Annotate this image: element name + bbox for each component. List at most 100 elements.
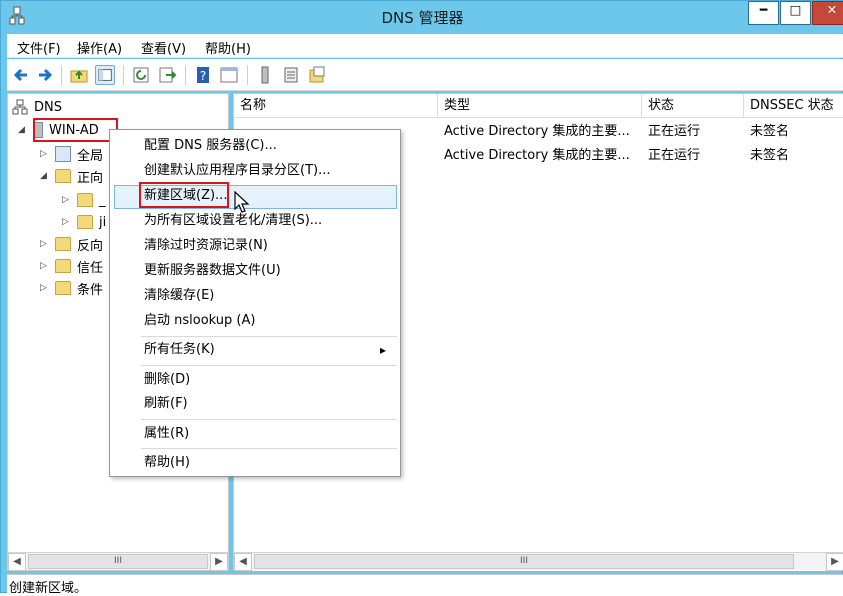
- collapsed-arrow-icon[interactable]: ▷: [40, 239, 50, 249]
- properties-icon[interactable]: [307, 65, 327, 85]
- list-horizontal-scrollbar[interactable]: ◀ III ▶: [234, 552, 843, 571]
- dns-manager-window: DNS 管理器 ━ □ ✕ 文件(F) 操作(A) 查看(V) 帮助(H) ?: [0, 0, 843, 596]
- collapsed-arrow-icon[interactable]: ▷: [40, 283, 50, 293]
- help-icon[interactable]: ?: [193, 65, 213, 85]
- column-header-status[interactable]: 状态: [642, 94, 744, 118]
- console-icon[interactable]: [219, 65, 239, 85]
- folder-icon: [55, 169, 71, 183]
- scroll-right-button[interactable]: ▶: [826, 553, 843, 571]
- menu-bar: 文件(F) 操作(A) 查看(V) 帮助(H): [7, 34, 843, 58]
- tree-item-zone-1-label: _: [99, 192, 106, 208]
- row-dnssec: 未签名: [750, 148, 790, 163]
- tree-item-global-label: 全局: [77, 148, 104, 164]
- tree-item-conditional-label: 条件: [77, 282, 104, 298]
- column-header-name[interactable]: 名称: [234, 94, 438, 118]
- zone-icon: [77, 193, 93, 207]
- title-bar: DNS 管理器 ━ □ ✕: [1, 1, 843, 33]
- menu-clear-cache[interactable]: 清除缓存(E): [144, 286, 214, 306]
- tree-dns-root[interactable]: DNS: [34, 97, 62, 117]
- tree-item-zone-2-label: ji: [99, 214, 107, 230]
- menu-launch-nslookup[interactable]: 启动 nslookup (A): [144, 311, 255, 331]
- menu-help[interactable]: 帮助(H): [205, 38, 251, 57]
- menu-separator: [141, 336, 397, 337]
- toolbar-separator: [247, 65, 248, 85]
- server-highlight-box: [33, 118, 118, 142]
- mouse-cursor-icon: [234, 191, 250, 213]
- back-icon[interactable]: [11, 65, 31, 85]
- menu-scavenge-stale-records[interactable]: 清除过时资源记录(N): [144, 236, 268, 256]
- folder-icon: [55, 281, 71, 295]
- refresh-icon[interactable]: [131, 65, 151, 85]
- tree-item-trust-points[interactable]: ▷ 信任: [40, 256, 103, 276]
- tree-item-forward-zones[interactable]: ◢ 正向: [40, 166, 103, 186]
- list-header: 名称 类型 状态 DNSSEC 状态: [234, 94, 843, 118]
- collapsed-arrow-icon[interactable]: ▷: [40, 261, 50, 271]
- column-header-dnssec[interactable]: DNSSEC 状态: [744, 94, 843, 118]
- menu-properties[interactable]: 属性(R): [144, 424, 189, 444]
- global-log-icon: [55, 146, 71, 162]
- row-status: 正在运行: [648, 148, 701, 163]
- folder-icon: [55, 259, 71, 273]
- collapsed-arrow-icon[interactable]: ▷: [40, 149, 50, 159]
- tree-dns-root-label: DNS: [34, 99, 62, 115]
- row-type: Active Directory 集成的主要...: [444, 148, 630, 163]
- tree-item-reverse-zones[interactable]: ▷ 反向: [40, 234, 103, 254]
- toolbar-separator: [61, 65, 62, 85]
- list-icon[interactable]: [281, 65, 301, 85]
- collapsed-arrow-icon[interactable]: ▷: [62, 217, 72, 227]
- toolbar: ?: [7, 59, 843, 91]
- tree-item-forward-label: 正向: [77, 170, 104, 186]
- up-folder-icon[interactable]: [69, 65, 89, 85]
- expand-arrow-icon[interactable]: ◢: [40, 171, 50, 181]
- menu-refresh[interactable]: 刷新(F): [144, 394, 188, 414]
- close-button[interactable]: ✕: [812, 1, 843, 25]
- toolbar-separator: [123, 65, 124, 85]
- menu-help[interactable]: 帮助(H): [144, 453, 190, 473]
- menu-separator: [141, 419, 397, 420]
- scroll-thumb[interactable]: III: [254, 554, 794, 569]
- tree-item-conditional-forwarders[interactable]: ▷ 条件: [40, 278, 103, 298]
- scroll-left-button[interactable]: ◀: [234, 553, 252, 571]
- menu-configure-dns-server[interactable]: 配置 DNS 服务器(C)...: [144, 136, 277, 156]
- show-tree-icon[interactable]: [95, 65, 115, 85]
- scroll-thumb[interactable]: III: [28, 554, 208, 569]
- menu-action[interactable]: 操作(A): [77, 38, 122, 57]
- server-icon[interactable]: [255, 65, 275, 85]
- submenu-arrow-icon: ▸: [380, 343, 387, 357]
- window-title: DNS 管理器: [381, 9, 464, 27]
- tree-item-zone-2[interactable]: ▷ ji: [62, 212, 106, 232]
- expand-arrow-icon[interactable]: ◢: [18, 125, 28, 135]
- forward-icon[interactable]: [35, 65, 55, 85]
- menu-separator: [141, 448, 397, 449]
- svg-text:?: ?: [200, 69, 206, 83]
- menu-create-default-partitions[interactable]: 创建默认应用程序目录分区(T)...: [144, 161, 330, 181]
- row-status: 正在运行: [648, 124, 701, 139]
- menu-separator: [141, 365, 397, 366]
- menu-delete[interactable]: 删除(D): [144, 370, 190, 390]
- menu-file[interactable]: 文件(F): [17, 38, 61, 57]
- collapsed-arrow-icon[interactable]: ▷: [62, 195, 72, 205]
- row-type: Active Directory 集成的主要...: [444, 124, 630, 139]
- row-dnssec: 未签名: [750, 124, 790, 139]
- status-bar: 创建新区域。: [7, 574, 843, 596]
- export-icon[interactable]: [157, 65, 177, 85]
- tree-item-reverse-label: 反向: [77, 238, 104, 254]
- menu-update-server-data-files[interactable]: 更新服务器数据文件(U): [144, 261, 281, 281]
- status-text: 创建新区域。: [9, 581, 88, 596]
- maximize-button[interactable]: □: [780, 1, 811, 25]
- tree-item-global[interactable]: ▷ 全局: [40, 144, 103, 164]
- tree-horizontal-scrollbar[interactable]: ◀ III ▶: [8, 552, 228, 571]
- tree-item-trust-label: 信任: [77, 260, 104, 276]
- menu-view[interactable]: 查看(V): [141, 38, 186, 57]
- zone-icon: [77, 215, 93, 229]
- menu-all-tasks[interactable]: 所有任务(K): [144, 340, 215, 360]
- tree-item-zone-1[interactable]: ▷ _: [62, 190, 106, 210]
- new-zone-highlight-box: [139, 182, 229, 208]
- folder-icon: [55, 237, 71, 251]
- scroll-right-button[interactable]: ▶: [210, 553, 228, 571]
- scroll-left-button[interactable]: ◀: [8, 553, 26, 571]
- dns-root-icon: [12, 99, 28, 115]
- minimize-button[interactable]: ━: [748, 1, 779, 25]
- column-header-type[interactable]: 类型: [438, 94, 642, 118]
- toolbar-separator: [185, 65, 186, 85]
